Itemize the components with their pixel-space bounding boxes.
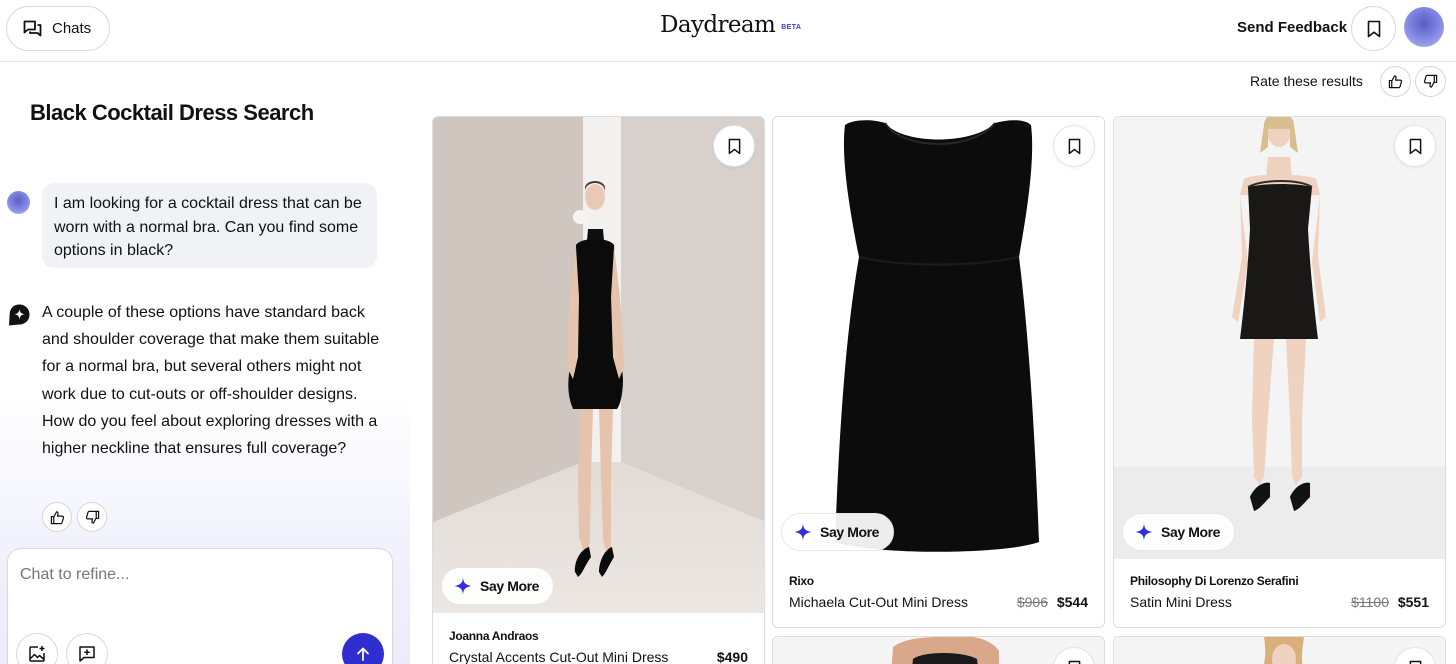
send-feedback-link[interactable]: Send Feedback xyxy=(1237,19,1347,36)
product-brand: Joanna Andraos xyxy=(449,629,539,643)
product-image[interactable] xyxy=(433,117,764,613)
thumbs-down-icon xyxy=(1423,74,1438,88)
say-more-label: Say More xyxy=(820,524,880,540)
product-original-price: $1100 xyxy=(1351,594,1389,610)
logo[interactable]: Daydream BETA xyxy=(660,12,801,38)
new-chat-button[interactable] xyxy=(66,633,108,664)
sparkle-icon xyxy=(794,523,812,541)
rate-thumbs-down-button[interactable] xyxy=(1415,66,1446,97)
product-name: Michaela Cut-Out Mini Dress xyxy=(789,594,968,610)
product-card[interactable]: Say More Philosophy Di Lorenzo Serafini … xyxy=(1113,116,1446,628)
product-price: $490 xyxy=(716,649,748,664)
chat-input[interactable] xyxy=(20,563,360,587)
rate-thumbs-up-button[interactable] xyxy=(1380,66,1411,97)
bookmark-icon xyxy=(1409,660,1421,664)
sparkle-icon xyxy=(1135,523,1153,541)
message-thumbs-down-button[interactable] xyxy=(77,502,107,532)
send-button[interactable] xyxy=(342,633,384,664)
thumbs-down-icon xyxy=(85,510,99,524)
product-card[interactable]: Say More Joanna Andraos Crystal Accents … xyxy=(432,116,765,664)
conversation-title: Black Cocktail Dress Search xyxy=(30,100,314,125)
user-message: I am looking for a cocktail dress that c… xyxy=(42,183,377,268)
user-avatar xyxy=(7,191,30,214)
assistant-icon xyxy=(9,304,30,326)
profile-avatar[interactable] xyxy=(1404,7,1444,47)
product-image[interactable] xyxy=(773,117,1104,559)
product-card[interactable] xyxy=(772,636,1105,664)
top-bar: Chats Daydream BETA Send Feedback xyxy=(0,0,1456,62)
assistant-message: A couple of these options have standard … xyxy=(42,304,380,458)
save-product-button[interactable] xyxy=(1394,125,1436,167)
product-original-price: $906 xyxy=(1016,594,1048,610)
say-more-button[interactable]: Say More xyxy=(1122,513,1236,551)
product-image[interactable] xyxy=(1114,117,1445,559)
product-name: Satin Mini Dress xyxy=(1130,594,1232,610)
say-more-button[interactable]: Say More xyxy=(781,513,895,551)
product-brand: Philosophy Di Lorenzo Serafini xyxy=(1130,574,1299,588)
sparkle-icon xyxy=(454,577,472,595)
add-image-button[interactable] xyxy=(16,633,58,664)
arrow-up-icon xyxy=(357,647,369,661)
bookmark-icon xyxy=(1409,138,1421,154)
bookmark-icon xyxy=(1367,20,1380,37)
product-card[interactable]: Say More Rixo Michaela Cut-Out Mini Dres… xyxy=(772,116,1105,628)
bookmark-icon xyxy=(1068,660,1080,664)
product-brand: Rixo xyxy=(789,574,814,588)
chat-composer xyxy=(7,548,393,664)
rate-results-label: Rate these results xyxy=(1250,73,1363,89)
image-add-icon xyxy=(29,646,45,662)
chats-label: Chats xyxy=(52,20,92,37)
message-thumbs-up-button[interactable] xyxy=(42,502,72,532)
bookmark-icon xyxy=(1068,138,1080,154)
saved-items-button[interactable] xyxy=(1351,6,1396,51)
product-card[interactable] xyxy=(1113,636,1446,664)
thumbs-up-icon xyxy=(1388,75,1403,89)
chat-bubbles-icon xyxy=(23,20,42,37)
product-price: $544 xyxy=(1056,594,1088,610)
say-more-label: Say More xyxy=(1161,524,1221,540)
thumbs-up-icon xyxy=(50,510,64,524)
beta-badge: BETA xyxy=(781,24,802,31)
say-more-label: Say More xyxy=(480,578,540,594)
product-name: Crystal Accents Cut-Out Mini Dress xyxy=(449,649,669,664)
save-product-button[interactable] xyxy=(1053,125,1095,167)
message-add-icon xyxy=(79,646,95,662)
chats-button[interactable]: Chats xyxy=(6,6,110,51)
product-price: $551 xyxy=(1397,594,1429,610)
save-product-button[interactable] xyxy=(713,125,755,167)
bookmark-icon xyxy=(728,138,740,154)
say-more-button[interactable]: Say More xyxy=(441,567,555,605)
logo-text: Daydream xyxy=(660,12,776,38)
